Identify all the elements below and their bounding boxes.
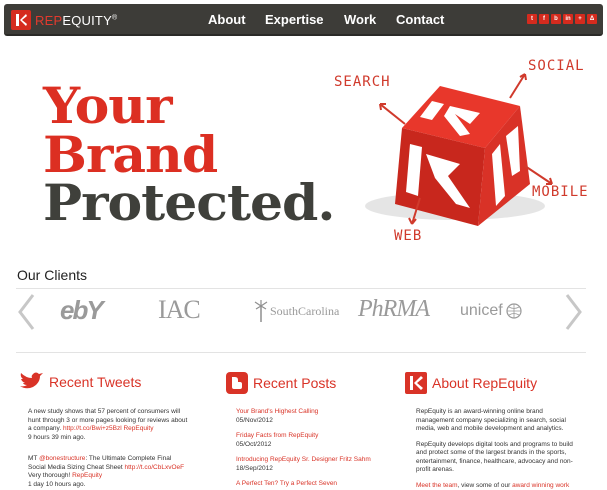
main-nav: About Expertise Work Contact (4, 4, 603, 36)
hero-line-brand: Brand (43, 126, 218, 185)
divider-bottom (16, 352, 586, 353)
scrawl-social: SOCIAL (528, 58, 585, 74)
about-text: RepEquity is an award-winning online bra… (416, 408, 582, 490)
post-1-title[interactable]: Your Brand's Highest Calling (236, 408, 318, 415)
nav-work[interactable]: Work (344, 12, 376, 27)
twitter-icon[interactable]: t (527, 14, 537, 24)
tweets-title[interactable]: Recent Tweets (49, 374, 141, 390)
nav-about[interactable]: About (208, 12, 246, 27)
top-nav-bar: REPEQUITY® About Expertise Work Contact … (4, 4, 603, 36)
posts-list: Your Brand's Highest Calling 05/Nov/2012… (236, 408, 396, 489)
carousel-next-arrow-icon[interactable] (564, 292, 584, 337)
repequity-mark-icon (405, 372, 427, 394)
blogger-icon[interactable]: b (551, 14, 561, 24)
post-item: A Perfect Ten? Try a Perfect Seven (236, 480, 396, 489)
posts-header: Recent Posts (226, 372, 336, 394)
tweet-2-mention[interactable]: @bonestructure (39, 455, 85, 462)
scrawl-web: WEB (394, 228, 423, 244)
scrawl-search: SEARCH (334, 74, 391, 90)
award-work-link[interactable]: award winning work (512, 482, 569, 489)
hero-line-protected: Protected. (43, 174, 336, 233)
other-social-icon[interactable]: Δ (587, 14, 597, 24)
post-3-title[interactable]: Introducing RepEquity Sr. Designer Fritz… (236, 456, 371, 463)
divider-top (16, 288, 586, 289)
about-paragraph-2: RepEquity develops digital tools and pro… (416, 440, 573, 474)
post-3-date: 18/Sep/2012 (236, 464, 273, 472)
unicef-globe-icon (506, 303, 522, 319)
client-logo-phrma[interactable]: PhRMA (358, 296, 430, 323)
tweet-2-time: 1 day 10 hours ago. (28, 480, 86, 488)
tweets-header: Recent Tweets (18, 372, 141, 392)
post-item: Your Brand's Highest Calling 05/Nov/2012 (236, 408, 396, 425)
post-item: Introducing RepEquity Sr. Designer Fritz… (236, 456, 396, 473)
post-item: Friday Facts from RepEquity 05/Oct/2012 (236, 432, 396, 449)
tweet-2-tail: Very thorough! (28, 472, 73, 479)
twitter-bird-icon (20, 372, 43, 389)
about-header: About RepEquity (405, 372, 537, 394)
nav-expertise[interactable]: Expertise (265, 12, 324, 27)
tweet-2-prefix: MT (28, 455, 40, 462)
facebook-icon[interactable]: f (539, 14, 549, 24)
clients-title: Our Clients (17, 267, 88, 283)
blog-icon (226, 372, 248, 394)
unicef-text: unicef (460, 302, 503, 319)
google-plus-icon[interactable]: + (575, 14, 585, 24)
post-2-date: 05/Oct/2012 (236, 440, 272, 448)
tweet-1-link[interactable]: http://t.co/Bwi+z5Bzl RepEquity (63, 425, 154, 432)
palmetto-tree-icon (254, 300, 268, 322)
tweet-2: MT @bonestructure: The Ultimate Complete… (28, 455, 188, 489)
posts-title[interactable]: Recent Posts (253, 375, 336, 391)
about-paragraph-1: RepEquity is an award-winning online bra… (416, 408, 566, 432)
south-carolina-text: SouthCarolina (270, 303, 340, 318)
tweet-2-tail-link[interactable]: RepEquity (72, 472, 102, 479)
about-p3-mid: , view some of our (457, 481, 513, 489)
post-2-title[interactable]: Friday Facts from RepEquity (236, 432, 318, 439)
client-logo-south-carolina[interactable]: SouthCarolina (254, 300, 339, 322)
tweet-2-link[interactable]: http://t.co/CbLxvOeF (124, 464, 184, 471)
about-title[interactable]: About RepEquity (432, 375, 537, 391)
post-1-date: 05/Nov/2012 (236, 416, 273, 424)
carousel-prev-arrow-icon[interactable] (16, 292, 36, 337)
client-logo-iac[interactable]: IAC (158, 295, 201, 325)
nav-contact[interactable]: Contact (396, 12, 444, 27)
post-4-title[interactable]: A Perfect Ten? Try a Perfect Seven (236, 480, 337, 487)
tweet-1-time: 9 hours 39 min ago. (28, 433, 86, 441)
hero-cube-illustration: SEARCH SOCIAL MOBILE WEB (320, 56, 590, 256)
tweet-1: A new study shows that 57 percent of con… (28, 408, 188, 442)
linkedin-icon[interactable]: in (563, 14, 573, 24)
social-links: t f b in + Δ (527, 14, 597, 24)
about-paragraph-3: Meet the team, view some of our award wi… (416, 482, 582, 490)
client-logo-ebay[interactable]: ebY (60, 295, 104, 326)
client-logo-unicef[interactable]: unicef (460, 302, 522, 320)
meet-team-link[interactable]: Meet the team (416, 482, 458, 489)
hero-line-your: Your (43, 77, 172, 136)
scrawl-mobile: MOBILE (532, 184, 589, 200)
